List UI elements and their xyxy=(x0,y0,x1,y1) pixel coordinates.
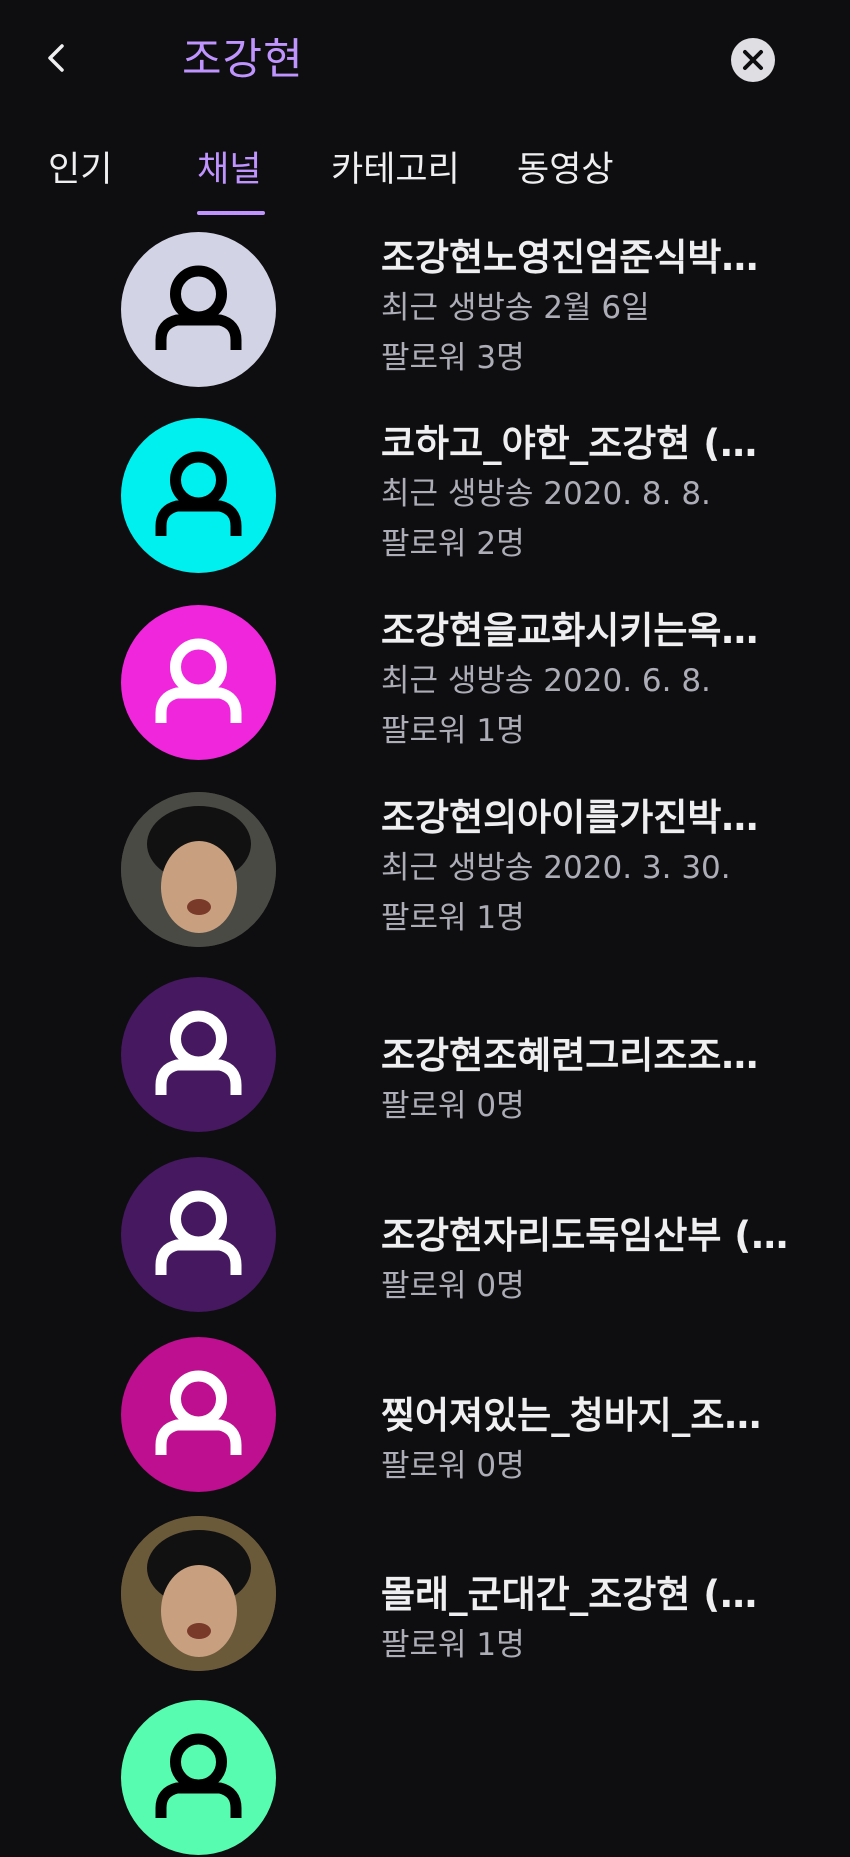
close-circle-icon[interactable] xyxy=(731,38,775,82)
last-live-text: 최근 생방송 2020. 8. 8. xyxy=(381,476,711,512)
channel-name: 찢어져있는_청바지_조… xyxy=(381,1394,762,1437)
user-avatar-icon[interactable] xyxy=(121,605,276,760)
channel-name: 조강현노영진엄준식박… xyxy=(381,236,759,279)
channel-avatar-photo[interactable] xyxy=(121,792,276,947)
tab-categories[interactable]: 카테고리 xyxy=(331,140,460,200)
follower-count: 팔로워 2명 xyxy=(381,526,525,562)
search-tabs: 인기 채널 카테고리 동영상 xyxy=(0,140,850,220)
follower-count: 팔로워 1명 xyxy=(381,900,525,936)
chevron-left-icon[interactable] xyxy=(38,38,78,78)
follower-count: 팔로워 1명 xyxy=(381,1627,525,1663)
channel-name: 몰래_군대간_조강현 (… xyxy=(381,1573,758,1616)
last-live-text: 최근 생방송 2월 6일 xyxy=(381,290,650,326)
user-avatar-icon[interactable] xyxy=(121,977,276,1132)
user-avatar-icon[interactable] xyxy=(121,418,276,573)
channel-row[interactable]: 조강현자리도둑임산부 (… 팔로워 0명 xyxy=(0,1154,850,1314)
channel-row[interactable]: 조강현을교화시키는옥… 최근 생방송 2020. 6. 8. 팔로워 1명 xyxy=(0,602,850,762)
active-tab-indicator xyxy=(197,211,265,215)
follower-count: 팔로워 1명 xyxy=(381,713,525,749)
follower-count: 팔로워 3명 xyxy=(381,340,525,376)
user-avatar-icon[interactable] xyxy=(121,232,276,387)
last-live-text: 최근 생방송 2020. 3. 30. xyxy=(381,850,731,886)
tab-videos[interactable]: 동영상 xyxy=(517,140,614,200)
search-query-title[interactable]: 조강현 xyxy=(182,30,304,90)
channel-row[interactable]: 코하고_야한_조강현 (… 최근 생방송 2020. 8. 8. 팔로워 2명 xyxy=(0,415,850,575)
channel-avatar-photo[interactable] xyxy=(121,1516,276,1671)
search-header: 조강현 xyxy=(0,0,850,120)
user-avatar-icon[interactable] xyxy=(121,1157,276,1312)
channel-row[interactable]: 조강현노영진엄준식박… 최근 생방송 2월 6일팔로워 3명 xyxy=(0,229,850,389)
channel-name: 조강현의아이를가진박… xyxy=(381,796,759,839)
channel-name: 조강현을교화시키는옥… xyxy=(381,609,759,652)
channel-name: 코하고_야한_조강현 (… xyxy=(381,422,758,465)
channel-name: 조강현자리도둑임산부 (… xyxy=(381,1214,789,1257)
channel-row[interactable]: 조강현의아이를가진박… 최근 생방송 2020. 3. 30. 팔로워 1명 xyxy=(0,789,850,949)
user-avatar-icon[interactable] xyxy=(121,1337,276,1492)
user-avatar-icon[interactable] xyxy=(121,1700,276,1855)
last-live-text: 최근 생방송 2020. 6. 8. xyxy=(381,663,711,699)
follower-count: 팔로워 0명 xyxy=(381,1268,525,1304)
tab-popular[interactable]: 인기 xyxy=(48,140,112,200)
channel-row[interactable]: 찢어져있는_청바지_조… 팔로워 0명 xyxy=(0,1334,850,1494)
channel-row[interactable] xyxy=(0,1697,850,1857)
tab-channels[interactable]: 채널 xyxy=(197,140,261,200)
channel-name: 조강현조혜련그리조조… xyxy=(381,1034,759,1077)
channel-row[interactable]: 조강현조혜련그리조조… 팔로워 0명 xyxy=(0,974,850,1134)
channel-row[interactable]: 몰래_군대간_조강현 (… 팔로워 1명 xyxy=(0,1513,850,1673)
follower-count: 팔로워 0명 xyxy=(381,1448,525,1484)
follower-count: 팔로워 0명 xyxy=(381,1088,525,1124)
